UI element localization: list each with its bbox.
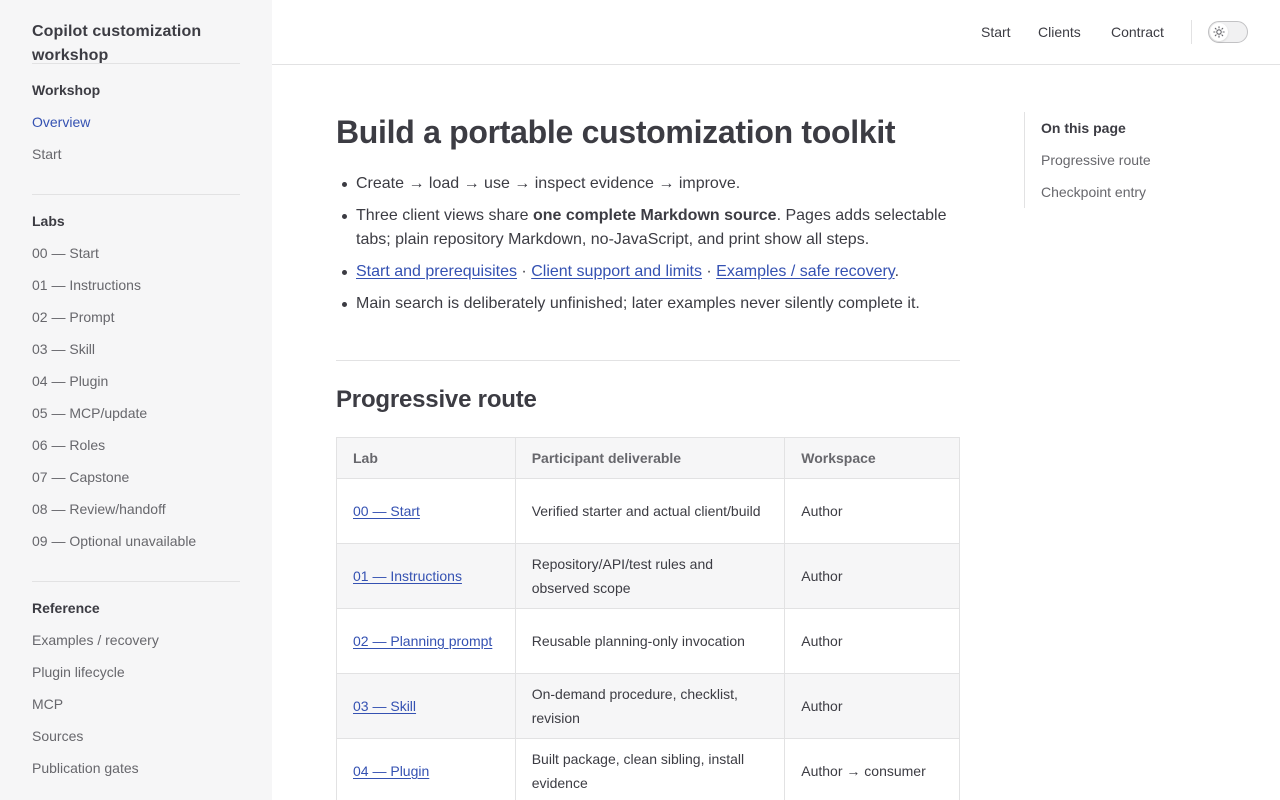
- sidebar-item-lab-03[interactable]: 03 — Skill: [32, 339, 95, 359]
- outline-link-progressive-route[interactable]: Progressive route: [1041, 150, 1151, 170]
- intro-list: Create → load → use → inspect evidence →…: [336, 172, 960, 316]
- table-cell: Author: [784, 478, 960, 544]
- lab-link[interactable]: 03 — Skill: [353, 698, 416, 714]
- column-header-workspace: Workspace: [784, 437, 960, 479]
- lab-link[interactable]: 01 — Instructions: [353, 568, 462, 584]
- bullet-bold-text: one complete Markdown source: [532, 207, 777, 224]
- table-cell: Verified starter and actual client/build: [514, 478, 786, 544]
- sidebar-group-workshop: Workshop: [32, 82, 101, 98]
- table-cell: 01 — Instructions: [336, 543, 516, 609]
- link-examples-recovery[interactable]: Examples / safe recovery: [716, 263, 894, 280]
- nav-link-contract[interactable]: Contract: [1111, 22, 1164, 42]
- sidebar-item-start[interactable]: Start: [32, 144, 62, 164]
- table-cell: 03 — Skill: [336, 673, 516, 739]
- sidebar-item-lab-09[interactable]: 09 — Optional unavailable: [32, 531, 196, 551]
- link-separator: ·: [516, 263, 532, 280]
- table-cell: Repository/API/test rules and observed s…: [514, 543, 786, 609]
- sidebar-item-lab-00[interactable]: 00 — Start: [32, 243, 99, 263]
- list-item: Start and prerequisites · Client support…: [336, 260, 960, 284]
- section-heading-progressive-route: Progressive route: [336, 386, 537, 413]
- table-cell: Built package, clean sibling, install ev…: [514, 738, 786, 800]
- column-header-lab: Lab: [336, 437, 516, 479]
- link-separator: ·: [701, 263, 717, 280]
- link-client-support[interactable]: Client support and limits: [531, 263, 702, 280]
- sidebar-item-lab-06[interactable]: 06 — Roles: [32, 435, 105, 455]
- table-header-row: Lab Participant deliverable Workspace: [336, 437, 960, 479]
- theme-toggle[interactable]: [1208, 21, 1248, 43]
- site-title[interactable]: Copilot customization workshop: [32, 20, 272, 68]
- page-title: Build a portable customization toolkit: [336, 114, 896, 150]
- on-this-page: On this page Progressive route Checkpoin…: [1024, 112, 1224, 208]
- nav-link-start[interactable]: Start: [981, 22, 1011, 42]
- table-cell: 00 — Start: [336, 478, 516, 544]
- table-cell: Author: [784, 608, 960, 674]
- main-content: Build a portable customization toolkit C…: [336, 112, 960, 800]
- bullet-text: Main search is deliberately unfinished; …: [356, 295, 920, 312]
- lab-link[interactable]: 00 — Start: [353, 503, 420, 519]
- lab-link[interactable]: 02 — Planning prompt: [353, 633, 492, 649]
- table-row: 00 — Start Verified starter and actual c…: [336, 478, 960, 544]
- table-cell: 02 — Planning prompt: [336, 608, 516, 674]
- list-item: Three client views share one complete Ma…: [336, 204, 960, 252]
- sidebar-item-overview[interactable]: Overview: [32, 112, 90, 132]
- sidebar-item-lab-02[interactable]: 02 — Prompt: [32, 307, 114, 327]
- table-cell: Author: [784, 543, 960, 609]
- table-cell: Author → consumer: [784, 738, 960, 800]
- section-divider: [336, 360, 960, 361]
- nav-link-clients[interactable]: Clients: [1038, 22, 1081, 42]
- sidebar-group-labs: Labs: [32, 213, 65, 229]
- sidebar-divider: [32, 581, 240, 582]
- sidebar-divider: [32, 63, 240, 64]
- table-cell: On-demand procedure, checklist, revision: [514, 673, 786, 739]
- sun-icon: [1210, 23, 1228, 41]
- sidebar-item-lab-07[interactable]: 07 — Capstone: [32, 467, 129, 487]
- sidebar-item-publication-gates[interactable]: Publication gates: [32, 758, 139, 778]
- link-separator: .: [894, 263, 900, 280]
- sidebar-item-mcp[interactable]: MCP: [32, 694, 63, 714]
- table-cell: 04 — Plugin: [336, 738, 516, 800]
- column-header-deliverable: Participant deliverable: [514, 437, 786, 479]
- sidebar-item-lab-05[interactable]: 05 — MCP/update: [32, 403, 147, 423]
- bullet-text: Create → load → use → inspect evidence →…: [356, 175, 741, 192]
- table-row: 04 — Plugin Built package, clean sibling…: [336, 738, 960, 800]
- nav-divider: [1191, 20, 1192, 44]
- sidebar-item-lab-01[interactable]: 01 — Instructions: [32, 275, 141, 295]
- sidebar-item-lab-04[interactable]: 04 — Plugin: [32, 371, 108, 391]
- list-item: Main search is deliberately unfinished; …: [336, 292, 960, 316]
- sidebar-item-lab-08[interactable]: 08 — Review/handoff: [32, 499, 166, 519]
- sidebar: Copilot customization workshop Workshop …: [0, 0, 272, 800]
- table-cell: Author: [784, 673, 960, 739]
- table-cell: Reusable planning-only invocation: [514, 608, 786, 674]
- bullet-text: Three client views share: [356, 207, 533, 224]
- sidebar-item-sources[interactable]: Sources: [32, 726, 83, 746]
- list-item: Create → load → use → inspect evidence →…: [336, 172, 960, 196]
- table-row: 02 — Planning prompt Reusable planning-o…: [336, 608, 960, 674]
- top-navbar: Start Clients Contract: [272, 0, 1280, 65]
- sidebar-item-plugin-lifecycle[interactable]: Plugin lifecycle: [32, 662, 125, 682]
- progressive-route-table: Lab Participant deliverable Workspace 00…: [336, 437, 960, 800]
- outline-link-checkpoint-entry[interactable]: Checkpoint entry: [1041, 182, 1146, 202]
- sidebar-item-examples-recovery[interactable]: Examples / recovery: [32, 630, 159, 650]
- lab-link[interactable]: 04 — Plugin: [353, 763, 429, 779]
- table-row: 03 — Skill On-demand procedure, checklis…: [336, 673, 960, 739]
- sidebar-group-reference: Reference: [32, 600, 100, 616]
- on-this-page-title: On this page: [1041, 120, 1126, 136]
- table-row: 01 — Instructions Repository/API/test ru…: [336, 543, 960, 609]
- link-start-prerequisites[interactable]: Start and prerequisites: [356, 263, 517, 280]
- sidebar-divider: [32, 194, 240, 195]
